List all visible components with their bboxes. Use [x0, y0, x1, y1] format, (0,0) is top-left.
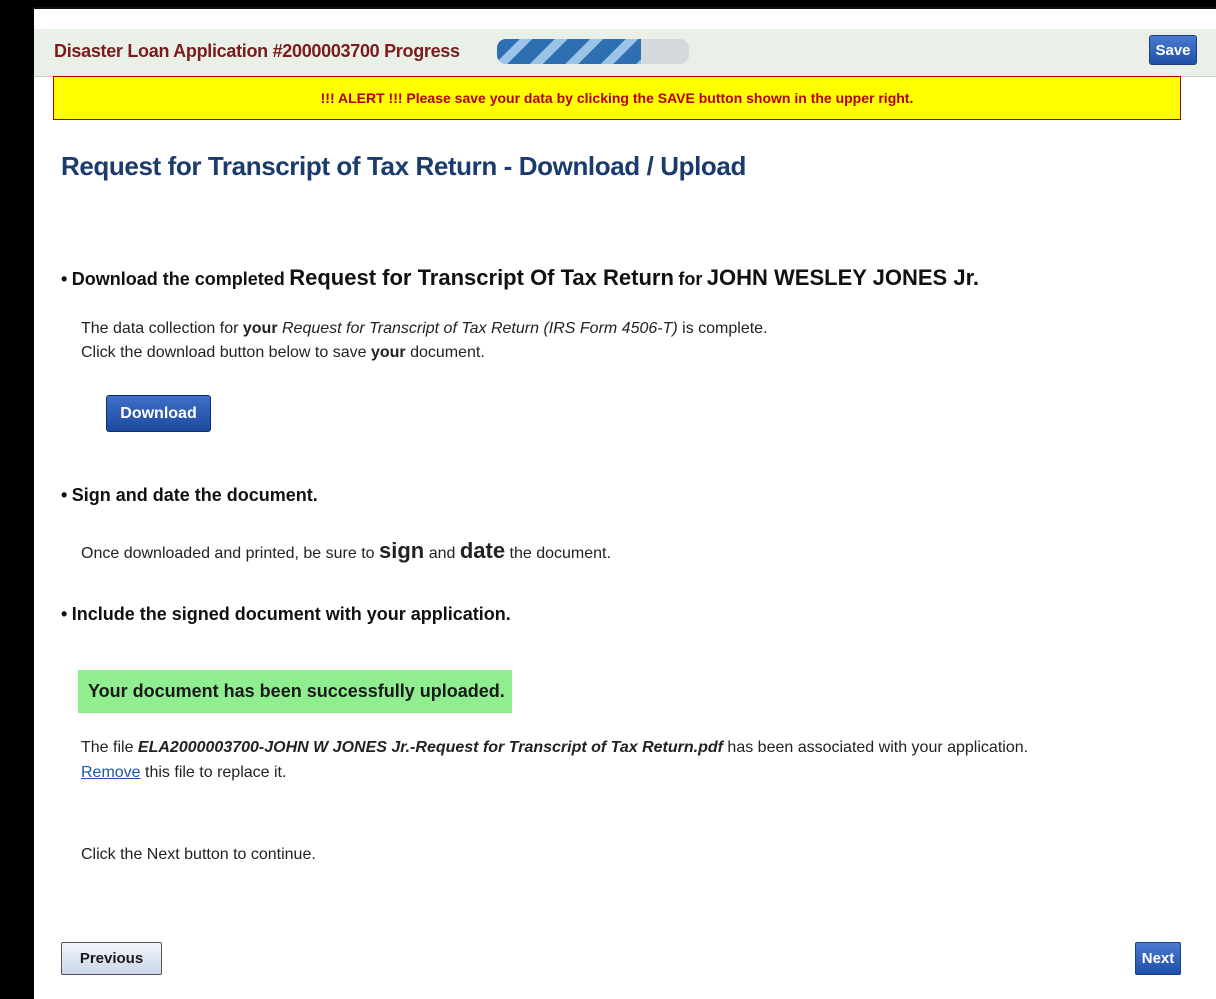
document-name: Request for Transcript Of Tax Return: [289, 265, 674, 290]
text-emphasis: your: [370, 344, 406, 361]
text-segment: this file to replace it.: [145, 764, 287, 781]
remove-file-link[interactable]: Remove: [81, 764, 141, 781]
step-sign-text: Sign and date the document.: [71, 485, 318, 505]
step-download-heading: • Download the completed Request for Tra…: [61, 265, 979, 291]
app-title-text: Disaster Loan Application #2000003700: [54, 41, 380, 61]
text-segment: and: [428, 545, 456, 562]
sign-emphasis: sign: [379, 538, 425, 563]
top-divider: [34, 7, 1216, 9]
step-download-prefix: Download the completed: [71, 269, 285, 289]
page-title: Request for Transcript of Tax Return - D…: [61, 151, 746, 181]
text-segment: Click the download button below to save: [81, 344, 367, 361]
progress-bar: [497, 39, 689, 64]
save-alert-banner: !!! ALERT !!! Please save your data by c…: [53, 76, 1181, 120]
app-title: Disaster Loan Application #2000003700 Pr…: [54, 41, 460, 62]
bullet: •: [61, 269, 68, 289]
form-name: Request for Transcript of Tax Return (IR…: [282, 320, 678, 337]
uploaded-file-name: ELA2000003700-JOHN W JONES Jr.-Request f…: [137, 739, 723, 756]
text-segment: document.: [410, 344, 485, 361]
bullet: •: [61, 604, 68, 624]
text-segment: is complete.: [682, 320, 768, 337]
step-include-heading: • Include the signed document with your …: [61, 604, 511, 625]
download-instruction-text: Click the download button below to save …: [81, 344, 485, 362]
data-collection-text: The data collection for your Request for…: [81, 320, 768, 338]
text-segment: the document.: [509, 545, 611, 562]
save-button[interactable]: Save: [1149, 35, 1197, 65]
step-include-text: Include the signed document with your ap…: [71, 604, 511, 624]
file-association-text: The file ELA2000003700-JOHN W JONES Jr.-…: [81, 739, 1028, 757]
application-frame: Disaster Loan Application #2000003700 Pr…: [34, 7, 1216, 999]
remove-file-text: Remove this file to replace it.: [81, 764, 286, 782]
for-word: for: [678, 269, 703, 289]
text-segment: The file: [81, 739, 134, 756]
continue-text: Click the Next button to continue.: [81, 846, 316, 863]
progress-fill: [497, 39, 641, 64]
previous-button[interactable]: Previous: [61, 942, 162, 975]
text-segment: Once downloaded and printed, be sure to: [81, 545, 375, 562]
step-sign-heading: • Sign and date the document.: [61, 485, 318, 506]
download-button[interactable]: Download: [106, 395, 211, 432]
text-segment: The data collection for: [81, 320, 239, 337]
text-emphasis: your: [242, 320, 278, 337]
next-button[interactable]: Next: [1135, 942, 1181, 975]
bullet: •: [61, 485, 68, 505]
progress-label: Progress: [384, 41, 460, 61]
applicant-name: JOHN WESLEY JONES Jr.: [706, 265, 980, 290]
upload-success-banner: Your document has been successfully uplo…: [78, 670, 512, 713]
sign-instruction-text: Once downloaded and printed, be sure to …: [81, 538, 611, 564]
header-bar: Disaster Loan Application #2000003700 Pr…: [34, 29, 1216, 77]
date-emphasis: date: [459, 538, 506, 563]
text-segment: has been associated with your applicatio…: [727, 739, 1029, 756]
